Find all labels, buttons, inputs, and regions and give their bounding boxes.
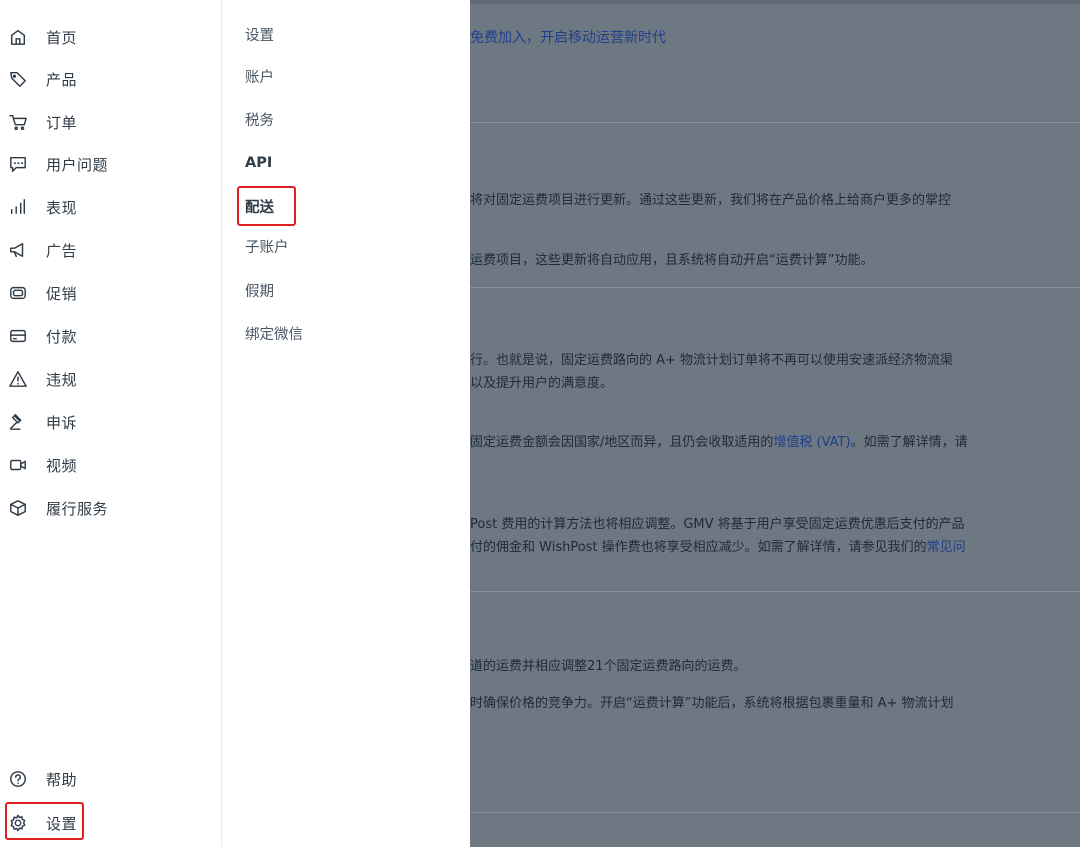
nav-item-orders[interactable]: 订单 bbox=[0, 104, 200, 140]
divider bbox=[470, 122, 1080, 123]
card-icon bbox=[8, 326, 28, 346]
paragraph-line: Post 费用的计算方法也将相应调整。GMV 将基于用户享受固定运费优惠后支付的… bbox=[470, 517, 965, 532]
nav-label: 表现 bbox=[46, 198, 78, 217]
text-span: 付的佣金和 WishPost 操作费也将享受相应减少。如需了解详情，请参见我们的 bbox=[470, 540, 927, 555]
nav-label: 广告 bbox=[46, 241, 78, 260]
text-span: 固定运费金额会因国家/地区而异，且仍会收取适用的 bbox=[470, 435, 774, 450]
submenu-item-api[interactable]: API bbox=[245, 151, 272, 175]
nav-label: 用户问题 bbox=[46, 155, 109, 174]
tag-icon bbox=[8, 69, 28, 89]
nav-item-home[interactable]: 首页 bbox=[0, 19, 200, 55]
warning-icon bbox=[8, 369, 28, 389]
divider bbox=[470, 812, 1080, 813]
paragraph-line: 以及提升用户的满意度。 bbox=[470, 376, 614, 391]
nav-label: 帮助 bbox=[46, 770, 78, 789]
paragraph-line: 道的运费并相应调整21个固定运费路向的运费。 bbox=[470, 659, 747, 674]
paragraph-line: 将对固定运费项目进行更新。通过这些更新，我们将在产品价格上给商户更多的掌控 bbox=[470, 193, 952, 208]
submenu-item-shipping[interactable]: 配送 bbox=[245, 196, 274, 220]
nav-item-promotions[interactable]: 促销 bbox=[0, 275, 200, 311]
faq-link[interactable]: 常见问 bbox=[927, 540, 966, 555]
nav-item-help[interactable]: 帮助 bbox=[0, 761, 200, 797]
paragraph-line: 时确保价格的竞争力。开启“运费计算”功能后，系统将根据包裹重量和 A+ 物流计划 bbox=[470, 696, 954, 711]
nav-label: 首页 bbox=[46, 28, 78, 47]
submenu-item-vacation[interactable]: 假期 bbox=[245, 280, 274, 304]
gavel-icon bbox=[8, 412, 28, 432]
gear-icon bbox=[8, 813, 28, 833]
nav-item-videos[interactable]: 视频 bbox=[0, 447, 200, 483]
submenu-item-sub-accounts[interactable]: 子账户 bbox=[245, 236, 289, 260]
nav-label: 设置 bbox=[46, 814, 78, 833]
nav-item-performance[interactable]: 表现 bbox=[0, 189, 200, 225]
paragraph-line-with-link: 付的佣金和 WishPost 操作费也将享受相应减少。如需了解详情，请参见我们的… bbox=[470, 536, 966, 555]
help-icon bbox=[8, 769, 28, 789]
submenu-item-settings[interactable]: 设置 bbox=[245, 24, 274, 48]
paragraph-line-with-link: 固定运费金额会因国家/地区而异，且仍会收取适用的增值税 (VAT)。如需了解详情… bbox=[470, 431, 968, 450]
submenu-item-account[interactable]: 账户 bbox=[245, 66, 274, 90]
nav-item-fulfillment[interactable]: 履行服务 bbox=[0, 490, 200, 526]
submenu-item-bind-wechat[interactable]: 绑定微信 bbox=[245, 323, 303, 347]
video-icon bbox=[8, 455, 28, 475]
top-border bbox=[470, 0, 1080, 4]
nav-item-user-questions[interactable]: 用户问题 bbox=[0, 146, 200, 182]
nav-label: 视频 bbox=[46, 456, 78, 475]
paragraph-line: 行。也就是说，固定运费路向的 A+ 物流计划订单将不再可以使用安速派经济物流渠 bbox=[470, 353, 954, 368]
nav-item-ads[interactable]: 广告 bbox=[0, 232, 200, 268]
nav-item-appeals[interactable]: 申诉 bbox=[0, 404, 200, 440]
cart-icon bbox=[8, 112, 28, 132]
nav-item-products[interactable]: 产品 bbox=[0, 61, 200, 97]
divider bbox=[470, 287, 1080, 288]
nav-item-payments[interactable]: 付款 bbox=[0, 318, 200, 354]
settings-submenu: 设置 账户 税务 API 配送 子账户 假期 绑定微信 bbox=[223, 0, 470, 847]
nav-label: 订单 bbox=[46, 113, 78, 132]
box-icon bbox=[8, 498, 28, 518]
nav-label: 履行服务 bbox=[46, 499, 109, 518]
home-icon bbox=[8, 27, 28, 47]
main-content-overlay: 免费加入，开启移动运营新时代 将对固定运费项目进行更新。通过这些更新，我们将在产… bbox=[470, 0, 1080, 847]
nav-label: 申诉 bbox=[46, 413, 78, 432]
megaphone-icon bbox=[8, 240, 28, 260]
text-span: 。如需了解详情，请 bbox=[850, 435, 968, 450]
vat-link[interactable]: 增值税 (VAT) bbox=[773, 435, 850, 450]
nav-item-settings[interactable]: 设置 bbox=[0, 805, 200, 841]
announcement-banner-link[interactable]: 免费加入，开启移动运营新时代 bbox=[470, 27, 666, 47]
nav-label: 促销 bbox=[46, 284, 78, 303]
promo-icon bbox=[8, 283, 28, 303]
chat-icon bbox=[8, 154, 28, 174]
bar-chart-icon bbox=[8, 197, 28, 217]
divider bbox=[470, 591, 1080, 592]
submenu-item-tax[interactable]: 税务 bbox=[245, 109, 274, 133]
nav-label: 产品 bbox=[46, 70, 78, 89]
nav-label: 付款 bbox=[46, 327, 78, 346]
nav-label: 违规 bbox=[46, 370, 78, 389]
paragraph-line: 运费项目，这些更新将自动应用，且系统将自动开启“运费计算”功能。 bbox=[470, 253, 874, 268]
nav-item-violations[interactable]: 违规 bbox=[0, 361, 200, 397]
left-nav: 首页 产品 订单 用户问题 表现 广告 促销 付款 违规 申诉 视频 履行服务 … bbox=[0, 0, 222, 847]
